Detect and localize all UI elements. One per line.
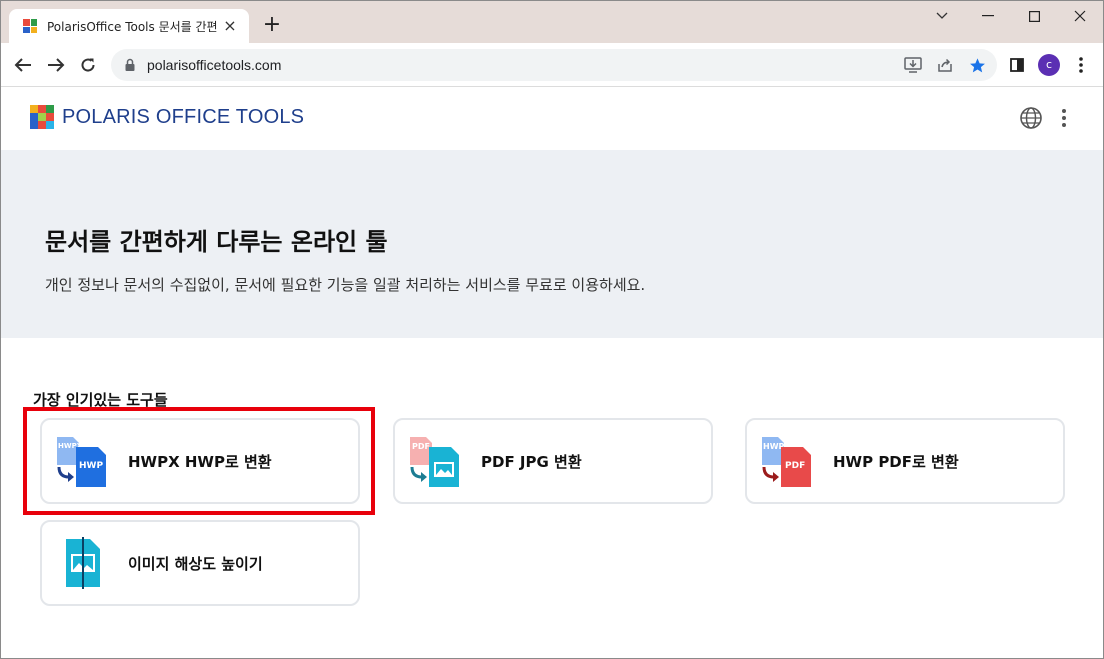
tab-strip: PolarisOffice Tools 문서를 간편하 × + (1, 1, 1103, 43)
tab-close-button[interactable]: × (221, 17, 239, 35)
kebab-menu-icon (1079, 57, 1083, 73)
polaris-logo-icon (30, 105, 54, 129)
globe-icon (1020, 107, 1042, 129)
browser-tab[interactable]: PolarisOffice Tools 문서를 간편하 × (9, 9, 249, 43)
minimize-button[interactable] (965, 1, 1011, 31)
tool-card-label: HWP PDF로 변환 (833, 452, 959, 471)
site-logo[interactable]: POLARIS OFFICE TOOLS (30, 105, 304, 129)
highlight-box (23, 407, 375, 515)
address-bar[interactable]: polarisofficetools.com (111, 49, 997, 81)
close-window-button[interactable] (1057, 1, 1103, 31)
image-upscale-icon (56, 537, 108, 589)
favicon-icon (23, 19, 37, 33)
site-menu-button[interactable] (1051, 105, 1077, 131)
logo-text: POLARIS OFFICE TOOLS (62, 105, 305, 128)
site-header: POLARIS OFFICE TOOLS (1, 88, 1103, 150)
lock-icon (125, 58, 135, 71)
arrow-left-icon (14, 58, 31, 72)
forward-button[interactable] (42, 51, 70, 79)
arrow-right-icon (48, 58, 65, 72)
pdf-to-jpg-icon: PDF (409, 435, 461, 487)
side-panel-icon (1010, 58, 1024, 72)
url-text: polarisofficetools.com (147, 57, 282, 73)
share-icon[interactable] (935, 55, 955, 75)
svg-text:PDF: PDF (785, 461, 805, 471)
reload-button[interactable] (74, 51, 102, 79)
tool-card-hwp-to-pdf[interactable]: HWP PDF HWP PDF로 변환 (745, 418, 1065, 504)
svg-text:PDF: PDF (412, 442, 430, 451)
side-panel-button[interactable] (1003, 51, 1031, 79)
tool-card-label: 이미지 해상도 높이기 (128, 554, 263, 573)
tool-card-pdf-to-jpg[interactable]: PDF PDF JPG 변환 (393, 418, 713, 504)
hero-subtitle: 개인 정보나 문서의 수집없이, 문서에 필요한 기능을 일괄 처리하는 서비스… (45, 276, 646, 294)
tab-search-icon[interactable] (919, 1, 965, 31)
browser-menu-button[interactable] (1067, 51, 1095, 79)
new-tab-button[interactable]: + (259, 13, 285, 39)
tab-title: PolarisOffice Tools 문서를 간편하 (47, 19, 217, 34)
browser-window: PolarisOffice Tools 문서를 간편하 × + polariso… (0, 0, 1104, 659)
avatar: c (1038, 54, 1060, 76)
hwp-to-pdf-icon: HWP PDF (761, 435, 813, 487)
browser-toolbar: polarisofficetools.com c (1, 43, 1103, 87)
profile-button[interactable]: c (1035, 51, 1063, 79)
reload-icon (81, 58, 95, 72)
install-app-icon[interactable] (903, 55, 923, 75)
hero-title: 문서를 간편하게 다루는 온라인 툴 (45, 228, 388, 256)
kebab-menu-icon (1062, 109, 1066, 127)
tool-card-image-upscale[interactable]: 이미지 해상도 높이기 (40, 520, 360, 606)
language-button[interactable] (1018, 105, 1044, 131)
back-button[interactable] (9, 51, 37, 79)
bookmark-star-icon[interactable] (967, 55, 987, 75)
maximize-button[interactable] (1011, 1, 1057, 31)
tool-card-label: PDF JPG 변환 (481, 452, 582, 471)
hero-banner: 문서를 간편하게 다루는 온라인 툴 개인 정보나 문서의 수집없이, 문서에 … (1, 150, 1103, 338)
